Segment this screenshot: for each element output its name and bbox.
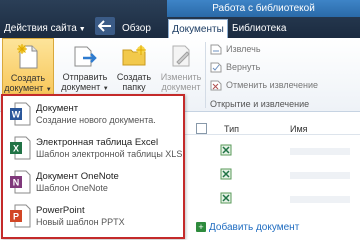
edit-document-label-2: документ bbox=[161, 82, 201, 92]
new-document-dropdown: W Документ Создание нового документа. X … bbox=[1, 94, 185, 239]
svg-text:X: X bbox=[13, 144, 19, 154]
new-folder-label-2: папку bbox=[122, 82, 146, 92]
document-list: Тип Имя + Добавить документ bbox=[182, 112, 360, 238]
tab-browse[interactable]: Обзор bbox=[122, 20, 151, 38]
discard-check-out-label: Отменить извлечение bbox=[226, 80, 319, 90]
plus-icon: + bbox=[196, 222, 206, 232]
menu-item-title: Документ bbox=[36, 103, 79, 114]
excel-file-icon bbox=[220, 192, 232, 204]
top-bar: Действия сайта ▼ Обзор Работа с библиотек… bbox=[0, 0, 360, 39]
list-item bbox=[290, 196, 350, 203]
column-type-header[interactable]: Тип bbox=[224, 124, 239, 134]
check-in-icon bbox=[210, 62, 222, 73]
column-name-header[interactable]: Имя bbox=[290, 124, 308, 134]
menu-item-word-document[interactable]: W Документ Создание нового документа. bbox=[9, 100, 179, 130]
edit-document-label-1: Изменить bbox=[160, 72, 202, 82]
tab-documents[interactable]: Документы bbox=[168, 19, 228, 39]
new-document-label-1: Создать bbox=[10, 73, 46, 83]
svg-text:N: N bbox=[13, 178, 20, 188]
chevron-down-icon: ▼ bbox=[45, 87, 52, 93]
open-checkout-group-label: Открытие и извлечение bbox=[210, 99, 310, 109]
menu-item-description: Шаблон электронной таблицы XLS bbox=[36, 149, 183, 159]
svg-text:P: P bbox=[13, 212, 19, 222]
send-to-label-1: Отправить bbox=[62, 72, 108, 82]
new-folder-label-1: Создать bbox=[116, 72, 152, 82]
menu-item-powerpoint[interactable]: P PowerPoint Новый шаблон PPTX bbox=[9, 202, 179, 232]
edit-document-button[interactable]: Изменить документ bbox=[158, 38, 204, 92]
new-document-button[interactable]: Создать документ ▼ bbox=[2, 38, 54, 96]
library-tools-group-header: Работа с библиотекой bbox=[167, 0, 360, 17]
excel-file-icon bbox=[220, 168, 232, 180]
check-in-label: Вернуть bbox=[226, 62, 261, 72]
onenote-icon: N bbox=[10, 170, 31, 194]
back-navigation-button[interactable] bbox=[95, 17, 115, 35]
menu-item-onenote[interactable]: N Документ OneNote Шаблон OneNote bbox=[9, 168, 179, 198]
menu-item-title: Документ OneNote bbox=[36, 171, 119, 182]
excel-file-icon bbox=[220, 144, 232, 156]
site-actions-menu[interactable]: Действия сайта ▼ bbox=[0, 20, 99, 38]
select-all-checkbox[interactable] bbox=[196, 123, 207, 134]
chevron-down-icon: ▼ bbox=[78, 26, 86, 33]
menu-item-description: Создание нового документа. bbox=[36, 115, 156, 125]
list-item bbox=[290, 148, 350, 155]
check-in-button[interactable]: Вернуть bbox=[210, 60, 260, 75]
check-out-label: Извлечь bbox=[226, 44, 261, 54]
back-arrow-icon bbox=[98, 20, 111, 32]
new-folder-icon bbox=[120, 42, 148, 70]
site-actions-label: Действия сайта bbox=[4, 23, 77, 34]
edit-document-icon bbox=[167, 42, 195, 70]
word-document-icon: W bbox=[10, 102, 31, 126]
send-to-label-row: документ ▼ bbox=[57, 82, 113, 94]
send-to-button[interactable]: Отправить документ ▼ bbox=[57, 38, 113, 94]
chevron-down-icon: ▼ bbox=[102, 86, 109, 92]
discard-check-out-icon bbox=[210, 80, 222, 91]
new-folder-button[interactable]: Создать папку bbox=[113, 38, 155, 92]
add-document-label: Добавить документ bbox=[209, 222, 300, 233]
list-item bbox=[290, 172, 350, 179]
check-out-icon bbox=[210, 44, 222, 55]
menu-item-title: Электронная таблица Excel bbox=[36, 137, 159, 148]
tab-library[interactable]: Библиотека bbox=[232, 20, 286, 38]
add-document-link[interactable]: + Добавить документ bbox=[196, 222, 299, 233]
new-document-label-2: документ bbox=[4, 83, 44, 93]
svg-text:W: W bbox=[12, 110, 21, 120]
list-header: Тип Имя bbox=[182, 116, 360, 135]
menu-item-description: Новый шаблон PPTX bbox=[36, 217, 125, 227]
send-to-label-2: документ bbox=[61, 82, 101, 92]
menu-item-description: Шаблон OneNote bbox=[36, 183, 108, 193]
check-out-button[interactable]: Извлечь bbox=[210, 42, 261, 57]
powerpoint-icon: P bbox=[10, 204, 31, 228]
new-document-icon bbox=[14, 43, 42, 71]
excel-spreadsheet-icon: X bbox=[10, 136, 31, 160]
menu-item-title: PowerPoint bbox=[36, 205, 85, 216]
menu-item-excel-spreadsheet[interactable]: X Электронная таблица Excel Шаблон элект… bbox=[9, 134, 183, 164]
discard-check-out-button[interactable]: Отменить извлечение bbox=[210, 78, 318, 93]
send-document-icon bbox=[71, 42, 99, 70]
